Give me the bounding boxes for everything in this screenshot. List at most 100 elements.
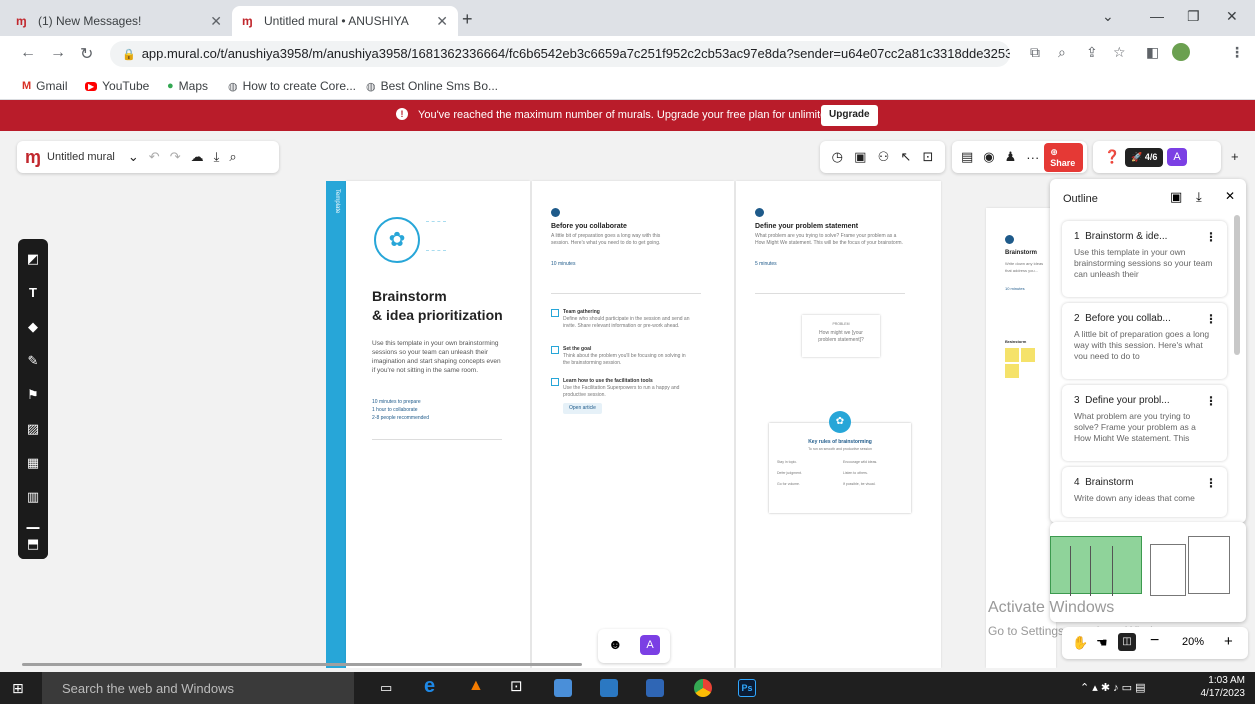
zoom-in-button[interactable]: + — [1224, 633, 1233, 650]
app-icon[interactable] — [554, 679, 572, 697]
present-icon[interactable]: ▣ — [1170, 189, 1182, 205]
upload-tool[interactable]: ⬒ — [18, 529, 48, 559]
minimize-button[interactable]: — — [1150, 8, 1164, 24]
upgrade-button[interactable]: Upgrade — [821, 105, 878, 126]
people-icon[interactable]: ⚇ — [878, 149, 890, 165]
file-explorer-icon[interactable] — [600, 679, 618, 697]
canvas-scrollbar[interactable] — [22, 663, 582, 666]
kebab-menu-icon[interactable]: ⋮ — [1205, 230, 1217, 244]
zoom-icon[interactable]: ⌕ — [1058, 44, 1066, 61]
text-icon[interactable]: T — [25, 285, 41, 301]
help-icon[interactable]: ❓ — [1104, 149, 1120, 165]
presence-avatar[interactable]: A — [640, 635, 660, 655]
shapes-icon[interactable]: ◆ — [25, 319, 41, 335]
bookmark-star-icon[interactable]: ☆ — [1113, 44, 1126, 61]
outline-toggle-icon[interactable]: ▤ — [961, 149, 973, 165]
outline-item-3[interactable]: 3 Define your probl... What problem are … — [1062, 385, 1227, 461]
problem-card[interactable]: PROBLEM How might we [your problem state… — [802, 315, 880, 357]
tab-new-messages[interactable]: ɱ (1) New Messages! ✕ — [6, 6, 232, 36]
share-page-icon[interactable]: ⇪ — [1086, 44, 1098, 61]
pen-icon[interactable]: ✎ — [25, 353, 41, 369]
maximize-button[interactable]: ❐ — [1187, 8, 1200, 25]
pointer-icon[interactable]: ↖ — [900, 149, 911, 165]
outline-item-2[interactable]: 2 Before you collab... A little bit of p… — [1062, 303, 1227, 379]
kebab-menu-icon[interactable]: ⋮ — [1205, 312, 1217, 326]
mural-logo-icon[interactable]: ɱ — [25, 147, 41, 168]
undo-icon[interactable]: ↶ — [149, 149, 160, 165]
rocket-counter-badge[interactable]: 🚀 4/6 — [1125, 147, 1164, 167]
comments-icon[interactable]: ◉ — [983, 149, 994, 165]
search-icon[interactable]: ⌕ — [229, 149, 236, 165]
frameworks-icon[interactable]: ▦ — [25, 455, 41, 471]
members-icon[interactable]: ♟ — [1005, 149, 1017, 165]
redo-icon[interactable]: ↷ — [170, 149, 181, 165]
bookmark-youtube[interactable]: ▶ YouTube — [85, 79, 149, 93]
app-icon[interactable] — [646, 679, 664, 697]
chevron-down-icon[interactable]: ⌄ — [128, 149, 139, 165]
emoji-reaction-icon[interactable]: ☻ — [608, 636, 623, 652]
chat-icon[interactable]: ▣ — [854, 149, 866, 165]
kebab-menu-icon[interactable]: ⋮ — [1205, 394, 1217, 408]
close-outline-icon[interactable]: ✕ — [1225, 189, 1235, 203]
mural-canvas[interactable]: ɱ Untitled mural ⌄ ↶ ↷ ☁ ⤓ ⌕ ◷ ▣ ⚇ ↖ ⊡ ▤… — [0, 131, 1255, 668]
sticky-note-icon[interactable]: ◩ — [25, 251, 41, 267]
mural-title[interactable]: Untitled mural — [47, 151, 115, 163]
define-problem-panel[interactable]: Define your problem statement What probl… — [736, 181, 941, 668]
bookmark-core[interactable]: ◍ How to create Core... — [228, 79, 356, 93]
system-tray-icons[interactable]: ⌃ ▴ ✱ ♪ ▭ ▤ — [1080, 681, 1146, 694]
lock-icon[interactable]: ⊡ — [922, 149, 933, 165]
intro-panel[interactable]: ✿ Brainstorm & idea prioritization Use t… — [346, 181, 530, 668]
side-panel-icon[interactable]: ◧ — [1146, 44, 1159, 61]
sticky-note[interactable] — [1005, 348, 1019, 362]
before-collaborate-panel[interactable]: Before you collaborate A little bit of p… — [532, 181, 734, 668]
select-tool-icon[interactable]: ☚ — [1096, 635, 1108, 651]
share-button[interactable]: ⊕ Share — [1044, 142, 1083, 172]
user-avatar[interactable]: A — [1167, 148, 1187, 166]
export-icon[interactable]: ⤓ — [1196, 189, 1202, 205]
more-icon[interactable]: ··· — [1026, 150, 1039, 165]
install-icon[interactable]: ⧉ — [1030, 44, 1040, 61]
hand-tool-icon[interactable]: ✋ — [1072, 635, 1088, 651]
templates-icon[interactable]: ▥ — [25, 489, 41, 505]
timer-icon[interactable]: ◷ — [832, 149, 843, 165]
outline-scrollbar[interactable] — [1234, 215, 1240, 355]
bookmark-gmail[interactable]: M Gmail — [22, 79, 68, 93]
open-article-button[interactable]: Open article — [563, 403, 602, 414]
vlc-icon[interactable]: ▲ — [468, 677, 486, 695]
kebab-menu-icon[interactable]: ⋮ — [1205, 476, 1217, 490]
tab-search-icon[interactable]: ⌄ — [1102, 8, 1114, 25]
new-tab-button[interactable]: + — [462, 9, 473, 30]
close-window-button[interactable]: ✕ — [1226, 8, 1238, 25]
close-tab-icon[interactable]: ✕ — [436, 13, 448, 30]
close-tab-icon[interactable]: ✕ — [210, 13, 222, 30]
tab-untitled-mural[interactable]: ɱ Untitled mural • ANUSHIYA ✕ — [232, 6, 458, 36]
sticky-note[interactable] — [1021, 348, 1035, 362]
reload-icon[interactable]: ↻ — [80, 44, 93, 64]
bookmark-sms[interactable]: ◍ Best Online Sms Bo... — [366, 79, 498, 93]
outline-item-1[interactable]: 1 Brainstorm & ide... Use this template … — [1062, 221, 1227, 297]
windows-start-icon[interactable]: ⊞ — [12, 680, 24, 697]
icons-library-icon[interactable]: ⚑ — [25, 387, 41, 403]
bookmark-maps[interactable]: ● Maps — [167, 79, 208, 93]
taskbar-clock[interactable]: 1:03 AM 4/17/2023 — [1201, 674, 1246, 700]
browser-menu-icon[interactable]: ⋮ — [1230, 44, 1244, 61]
store-icon[interactable]: ⊡ — [510, 677, 528, 695]
chrome-icon[interactable] — [694, 679, 712, 697]
fit-view-icon[interactable]: ◫ — [1118, 633, 1136, 651]
task-view-icon[interactable]: ▭ — [380, 680, 392, 696]
sticky-note[interactable] — [1005, 364, 1019, 378]
url-field[interactable]: 🔒 app.mural.co/t/anushiya3958/m/anushiya3… — [110, 41, 1010, 67]
download-icon[interactable]: ⤓ — [214, 149, 220, 165]
key-rules-card[interactable]: ✿ Key rules of brainstorming To run an s… — [769, 411, 911, 513]
forward-icon[interactable]: → — [50, 44, 66, 62]
add-integration-icon[interactable]: + — [1231, 149, 1239, 164]
photoshop-icon[interactable]: Ps — [738, 679, 756, 697]
zoom-level[interactable]: 20% — [1182, 636, 1204, 648]
minimap-viewport[interactable] — [1050, 536, 1142, 594]
taskbar-search-input[interactable]: Search the web and Windows — [42, 672, 354, 704]
edge-icon[interactable]: e — [424, 675, 442, 697]
profile-avatar[interactable] — [1172, 43, 1190, 61]
outline-item-4[interactable]: 4 Brainstorm Write down any ideas that c… — [1062, 467, 1227, 517]
zoom-out-button[interactable]: − — [1150, 632, 1159, 650]
cloud-icon[interactable]: ☁ — [191, 149, 204, 165]
